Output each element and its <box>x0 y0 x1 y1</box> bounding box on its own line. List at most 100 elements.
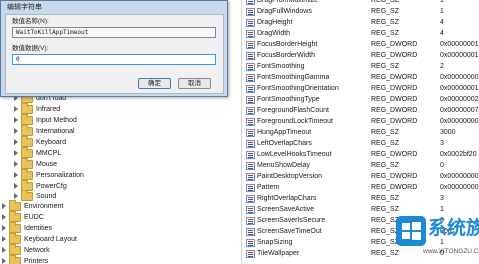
expand-arrow-icon[interactable] <box>14 106 18 112</box>
value-row[interactable]: DragHeight REG_SZ 4 <box>244 18 479 28</box>
value-row[interactable]: FontSmoothing REG_SZ 2 <box>244 62 479 72</box>
folder-icon <box>21 147 33 158</box>
expand-arrow-icon[interactable] <box>2 203 6 209</box>
pane-splitter[interactable] <box>241 0 242 264</box>
value-name: LeftOverlapChars <box>257 140 312 147</box>
tree-item-label: Keyboard <box>36 139 66 146</box>
value-row[interactable]: LowLevelHooksTimeout REG_DWORD 0x0002bf20 … <box>244 150 479 160</box>
value-type: REG_DWORD <box>371 173 418 180</box>
reg-value-icon <box>246 74 255 82</box>
value-row[interactable]: PaintDesktopVersion REG_DWORD 0x00000000 ( <box>244 172 479 182</box>
value-row[interactable]: FocusBorderWidth REG_DWORD 0x00000001 ( <box>244 51 479 61</box>
value-name: LowLevelHooksTimeout <box>257 151 332 158</box>
value-type: REG_DWORD <box>371 96 418 103</box>
value-data: 3 <box>440 140 444 147</box>
expand-arrow-icon[interactable] <box>14 172 18 178</box>
value-type: REG_SZ <box>371 129 400 136</box>
value-data: 1 <box>440 0 444 4</box>
reg-value-icon <box>246 250 255 258</box>
value-type: REG_DWORD <box>371 52 418 59</box>
value-type: REG_SZ <box>371 0 400 4</box>
value-name: SnapSizing <box>257 239 293 246</box>
folder-icon <box>21 103 33 114</box>
reg-value-icon <box>246 0 255 5</box>
value-data-label: 数值数据(V): <box>12 45 49 52</box>
value-row[interactable]: DragWidth REG_SZ 4 <box>244 29 479 39</box>
reg-value-icon <box>246 96 255 104</box>
folder-icon <box>9 211 21 222</box>
folder-icon <box>9 200 21 211</box>
expand-arrow-icon[interactable] <box>2 258 6 264</box>
value-row[interactable]: ForegroundLockTimeout REG_DWORD 0x00000000… <box>244 117 479 127</box>
value-data: 0x00000001 ( <box>440 85 479 92</box>
reg-value-icon <box>246 63 255 71</box>
value-name-label: 数值名称(N): <box>12 18 49 25</box>
tree-item-label: Printers <box>24 258 49 264</box>
value-type: REG_DWORD <box>371 107 418 114</box>
value-row[interactable]: LeftOverlapChars REG_SZ 3 <box>244 139 479 149</box>
value-row[interactable]: Pattern REG_DWORD 0x00000000 ( <box>244 183 479 193</box>
value-row[interactable]: FontSmoothingGamma REG_DWORD 0x00000000 ( <box>244 73 479 83</box>
reg-value-icon <box>246 107 255 115</box>
value-data: 3 <box>440 195 444 202</box>
folder-icon <box>21 190 33 201</box>
value-name: TileWallpaper <box>257 250 300 257</box>
value-row[interactable]: FontSmoothingOrientation REG_DWORD 0x00000… <box>244 84 479 94</box>
expand-arrow-icon[interactable] <box>14 128 18 134</box>
value-name: FontSmoothing <box>257 63 305 70</box>
expand-arrow-icon[interactable] <box>2 214 6 220</box>
value-row[interactable]: HungAppTimeout REG_SZ 3000 <box>244 128 479 138</box>
tree-item-label: Infrared <box>36 106 61 113</box>
reg-value-icon <box>246 184 255 192</box>
dialog-body: 数值名称(N): WaitToKillAppTimeout 数值数据(V): 0… <box>5 14 224 94</box>
value-type: REG_DWORD <box>371 41 418 48</box>
expand-arrow-icon[interactable] <box>2 236 6 242</box>
expand-arrow-icon[interactable] <box>14 117 18 123</box>
value-type: REG_SZ <box>371 8 400 15</box>
reg-value-icon <box>246 41 255 49</box>
value-name: ScreenSaveActive <box>257 206 315 213</box>
expand-arrow-icon[interactable] <box>14 183 18 189</box>
expand-arrow-icon[interactable] <box>14 193 18 199</box>
value-data: 1 <box>440 8 444 15</box>
value-data: 0x00000001 ( <box>440 41 479 48</box>
reg-value-icon <box>246 162 255 170</box>
expand-arrow-icon[interactable] <box>2 247 6 253</box>
folder-icon <box>21 125 33 136</box>
value-row[interactable]: RightOverlapChars REG_SZ 3 <box>244 194 479 204</box>
value-row[interactable]: MenuShowDelay REG_SZ 0 <box>244 161 479 171</box>
value-type: REG_DWORD <box>371 184 418 191</box>
reg-value-icon <box>246 151 255 159</box>
value-name: Pattern <box>257 184 280 191</box>
value-row[interactable]: FontSmoothingType REG_DWORD 0x00000002 ( <box>244 95 479 105</box>
value-name: FontSmoothingType <box>257 96 320 103</box>
reg-value-icon <box>246 140 255 148</box>
ok-button[interactable]: 确定 <box>138 78 171 89</box>
value-name: DragFromMaximize <box>257 0 319 4</box>
value-name: RightOverlapChars <box>257 195 317 202</box>
cancel-button[interactable]: 取消 <box>178 78 211 89</box>
expand-arrow-icon[interactable] <box>14 161 18 167</box>
reg-value-icon <box>246 195 255 203</box>
folder-icon <box>21 114 33 125</box>
watermark-brand: 系统族 <box>428 218 479 239</box>
folder-icon <box>21 158 33 169</box>
value-name: PaintDesktopVersion <box>257 173 322 180</box>
tree-item-label: Identities <box>24 225 53 232</box>
expand-arrow-icon[interactable] <box>2 225 6 231</box>
value-data: 0x00000002 ( <box>440 96 479 103</box>
value-row[interactable]: FocusBorderHeight REG_DWORD 0x00000001 ( <box>244 40 479 50</box>
value-data-input[interactable]: 0 <box>12 54 216 65</box>
value-row[interactable]: ForegroundFlashCount REG_DWORD 0x00000007 … <box>244 106 479 116</box>
value-row[interactable]: DragFromMaximize REG_SZ 1 <box>244 0 479 6</box>
expand-arrow-icon[interactable] <box>14 150 18 156</box>
value-data: 0x00000000 ( <box>440 118 479 125</box>
value-name: HungAppTimeout <box>257 129 312 136</box>
value-data: 4 <box>440 30 444 37</box>
value-type: REG_SZ <box>371 250 400 257</box>
value-row[interactable]: DragFullWindows REG_SZ 1 <box>244 7 479 17</box>
folder-icon <box>9 255 21 264</box>
value-name: MenuShowDelay <box>257 162 310 169</box>
value-type: REG_SZ <box>371 19 400 26</box>
expand-arrow-icon[interactable] <box>14 139 18 145</box>
